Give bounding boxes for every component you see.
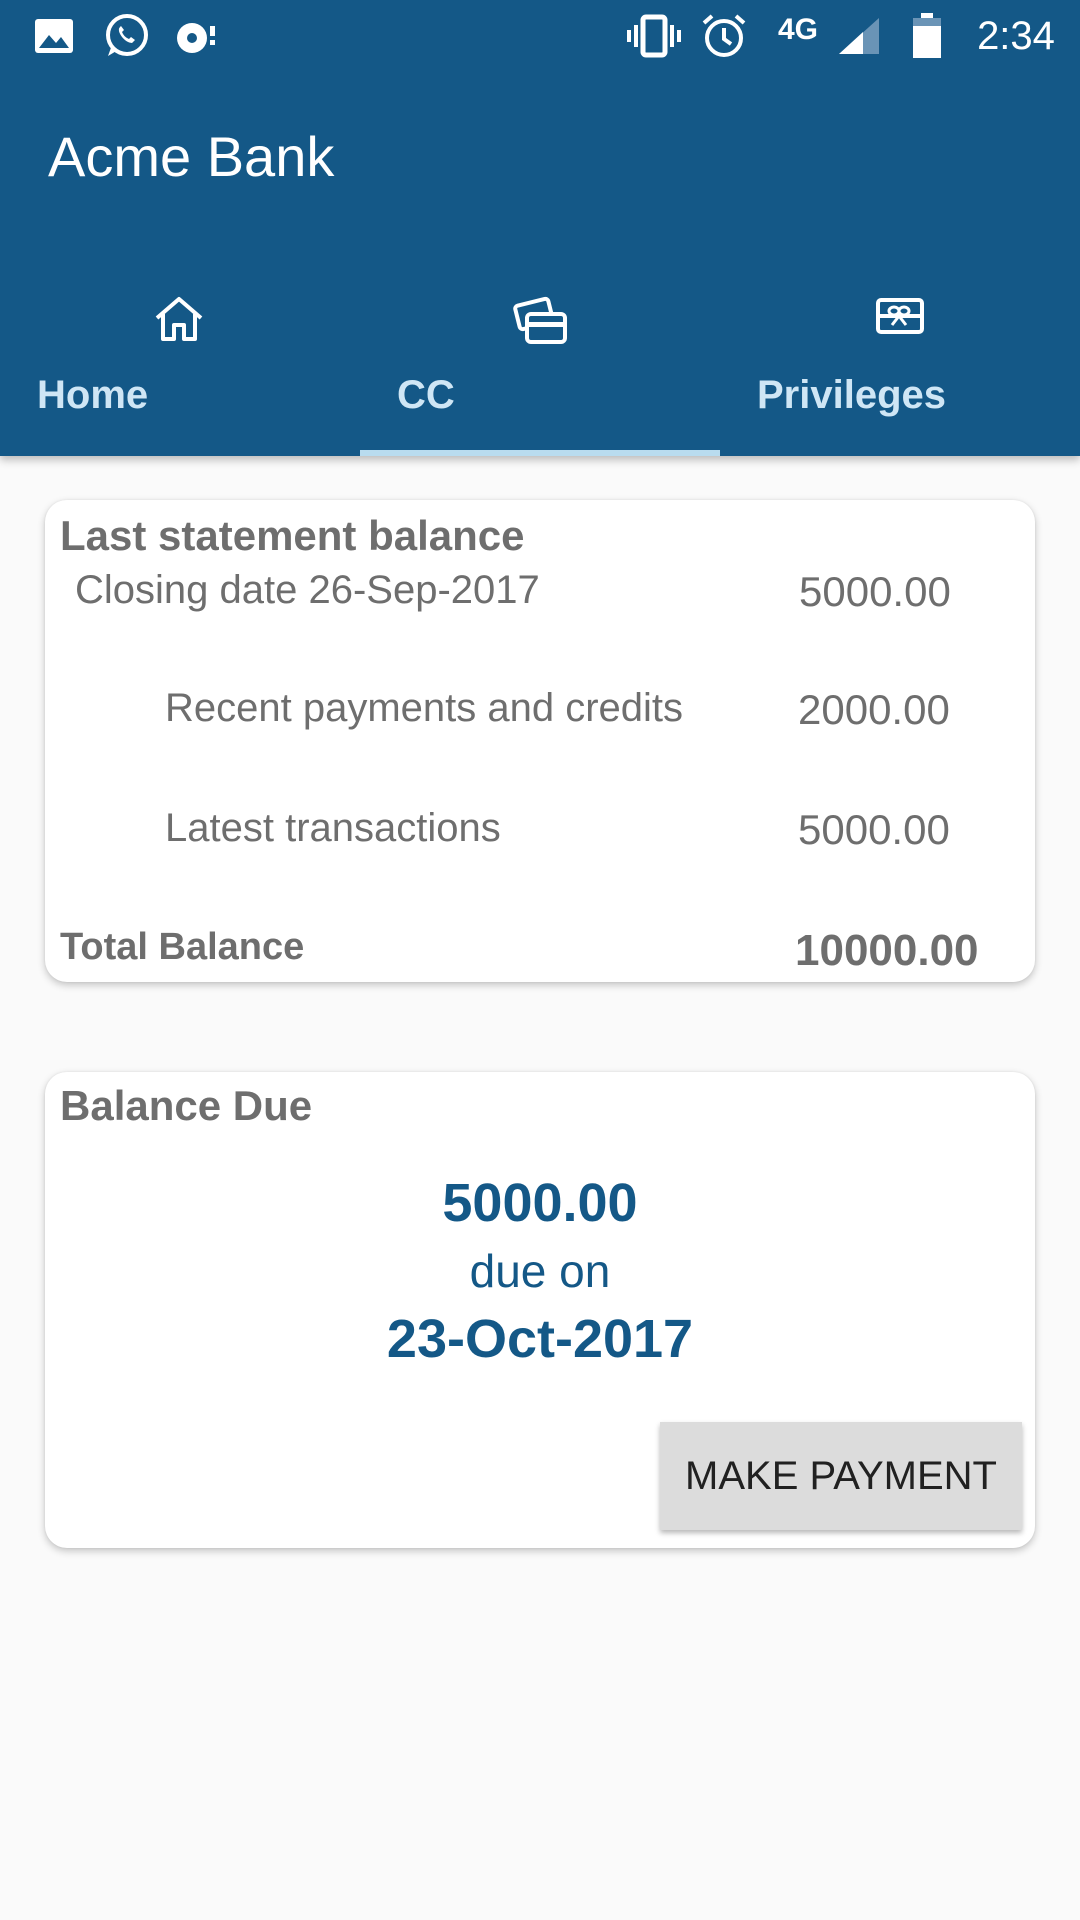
home-icon bbox=[154, 296, 204, 347]
gift-card-icon bbox=[875, 296, 925, 341]
payments-value: 2000.00 bbox=[798, 686, 950, 733]
alarm-icon bbox=[700, 12, 748, 60]
statement-title: Last statement balance bbox=[60, 512, 525, 559]
payments-label: Recent payments and credits bbox=[165, 686, 684, 730]
total-balance-value: 10000.00 bbox=[795, 926, 979, 975]
status-bar: 4G 2:34 bbox=[0, 0, 1080, 72]
due-amount: 5000.00 bbox=[442, 1173, 638, 1233]
clock: 2:34 bbox=[977, 13, 1055, 58]
image-icon bbox=[34, 12, 74, 60]
tab-cc-label: CC bbox=[397, 373, 455, 417]
tab-privileges[interactable]: Privileges bbox=[720, 280, 1080, 456]
tab-home[interactable]: Home bbox=[0, 280, 360, 456]
tab-cc[interactable]: CC bbox=[360, 280, 720, 456]
closing-date-label: Closing date 26-Sep-2017 bbox=[75, 568, 540, 612]
make-payment-button[interactable]: MAKE PAYMENT bbox=[660, 1422, 1022, 1530]
vibrate-icon bbox=[626, 12, 682, 60]
balance-due-card: Balance Due 5000.00 due on 23-Oct-2017 M… bbox=[45, 1072, 1035, 1548]
due-on-label: due on bbox=[469, 1245, 611, 1297]
balance-due-title: Balance Due bbox=[60, 1082, 313, 1129]
tab-privileges-label: Privileges bbox=[757, 373, 947, 417]
whatsapp-icon bbox=[101, 12, 151, 60]
sync-icon bbox=[174, 12, 222, 60]
signal-icon bbox=[836, 12, 882, 60]
battery-icon bbox=[910, 12, 944, 60]
network-type: 4G bbox=[777, 13, 819, 46]
transactions-value: 5000.00 bbox=[798, 806, 950, 853]
closing-balance-value: 5000.00 bbox=[799, 568, 951, 615]
app-title: Acme Bank bbox=[48, 125, 335, 188]
app-bar: 4G 2:34 Acme Bank Home CC Privileges bbox=[0, 0, 1080, 456]
tab-home-label: Home bbox=[37, 373, 149, 417]
statement-card: Last statement balance Closing date 26-S… bbox=[45, 500, 1035, 982]
selected-tab-indicator bbox=[360, 450, 720, 456]
transactions-label: Latest transactions bbox=[165, 806, 501, 850]
credit-card-icon bbox=[513, 296, 567, 351]
due-date: 23-Oct-2017 bbox=[386, 1309, 694, 1369]
total-balance-label: Total Balance bbox=[60, 926, 305, 968]
